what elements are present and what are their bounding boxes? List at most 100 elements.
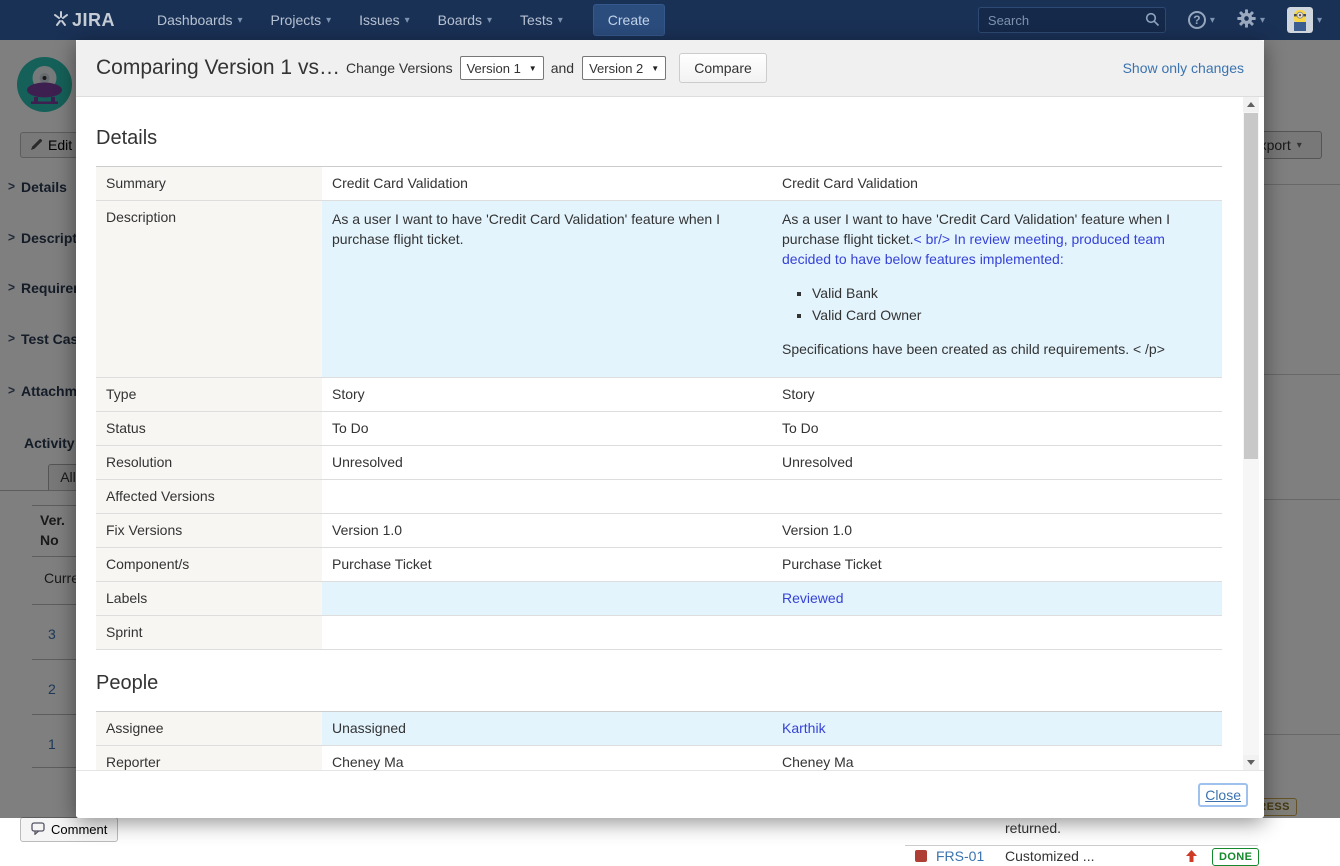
row-label: Status [96,412,322,445]
row-label: Labels [96,582,322,615]
table-row-resolution: Resolution Unresolved Unresolved [96,446,1222,480]
row-value-right: Credit Card Validation [772,167,1222,200]
row-value-right: To Do [772,412,1222,445]
background-text-returned: returned. [1005,820,1061,836]
dialog-body: Details Summary Credit Card Validation C… [76,97,1264,770]
version-1-select[interactable]: Version 1 ▼ [460,56,544,80]
dialog-footer: Close [76,770,1264,818]
row-label: Summary [96,167,322,200]
row-value-right: Cheney Ma [772,746,1222,770]
details-section-heading: Details [96,127,1264,150]
chevron-down-icon: ▾ [1210,15,1215,26]
chevron-down-icon: ▾ [238,15,243,26]
compare-versions-dialog: Comparing Version 1 vs… Change Versions … [76,40,1264,818]
assignee-user-link[interactable]: Karthik [782,720,826,736]
jira-logo-star-icon [52,10,70,31]
row-label: Component/s [96,548,322,581]
jira-logo[interactable]: JIRA [52,10,115,31]
row-label: Assignee [96,712,322,745]
user-menu-button[interactable]: ▾ [1287,7,1322,33]
details-compare-table: Summary Credit Card Validation Credit Ca… [96,166,1222,650]
row-value-left: Version 1.0 [322,514,772,547]
search-box [978,7,1166,33]
nav-item-issues[interactable]: Issues▾ [359,12,410,28]
comment-bubble-icon [31,822,45,838]
chevron-down-icon: ▾ [558,15,563,26]
chevron-down-icon: ▾ [487,15,492,26]
and-label: and [551,60,574,76]
status-badge-done: DONE [1212,848,1259,866]
nav-item-dashboards[interactable]: Dashboards▾ [157,12,243,28]
row-value-right: Story [772,378,1222,411]
scrollbar-thumb[interactable] [1244,113,1258,459]
select-arrow-icon: ▼ [529,64,537,73]
row-label: Type [96,378,322,411]
row-value-right: Unresolved [772,446,1222,479]
row-label: Affected Versions [96,480,322,513]
chevron-down-icon: ▾ [1260,15,1265,26]
select-arrow-icon: ▼ [651,64,659,73]
chevron-down-icon: ▾ [326,15,331,26]
description-bullet-list: Valid Bank Valid Card Owner [782,283,1212,325]
version-2-select[interactable]: Version 2 ▼ [582,56,666,80]
row-value-left: Purchase Ticket [322,548,772,581]
table-row-sprint: Sprint [96,616,1222,650]
help-menu-button[interactable]: ? ▾ [1188,11,1215,29]
table-row-fix-versions: Fix Versions Version 1.0 Version 1.0 [96,514,1222,548]
row-value-left: As a user I want to have 'Credit Card Va… [322,201,772,377]
chevron-down-icon: ▾ [405,15,410,26]
help-icon: ? [1188,11,1206,29]
label-reviewed-link[interactable]: Reviewed [782,590,843,606]
scrollbar-down-arrow[interactable] [1243,755,1259,770]
nav-item-projects[interactable]: Projects▾ [271,12,332,28]
settings-menu-button[interactable]: ▾ [1237,9,1265,31]
table-row-components: Component/s Purchase Ticket Purchase Tic… [96,548,1222,582]
row-value-right: Purchase Ticket [772,548,1222,581]
nav-right-group: ? ▾ ▾ [978,7,1322,33]
table-row-type: Type Story Story [96,378,1222,412]
show-only-changes-link[interactable]: Show only changes [1123,60,1244,76]
table-row-assignee: Assignee Unassigned Karthik [96,712,1222,746]
nav-item-tests[interactable]: Tests▾ [520,12,563,28]
nav-menu: Dashboards▾ Projects▾ Issues▾ Boards▾ Te… [157,12,563,28]
row-value-left: To Do [322,412,772,445]
row-value-right [772,616,1222,649]
table-row-labels: Labels Reviewed [96,582,1222,616]
row-value-left: Credit Card Validation [322,167,772,200]
table-row-affected-versions: Affected Versions [96,480,1222,514]
search-input[interactable] [978,7,1166,33]
row-value-left [322,616,772,649]
row-value-left: Unassigned [322,712,772,745]
table-row-status: Status To Do To Do [96,412,1222,446]
row-label: Resolution [96,446,322,479]
row-value-right: As a user I want to have 'Credit Card Va… [772,201,1222,377]
bullet-item: Valid Card Owner [812,305,1212,325]
people-compare-table: Assignee Unassigned Karthik Reporter Che… [96,711,1222,770]
priority-up-arrow-icon [1186,849,1197,865]
top-nav-bar: JIRA Dashboards▾ Projects▾ Issues▾ Board… [0,0,1340,40]
row-value-left: Story [322,378,772,411]
bullet-item: Valid Bank [812,283,1212,303]
modal-scrollbar[interactable] [1243,97,1259,770]
search-icon [1145,12,1160,30]
nav-item-boards[interactable]: Boards▾ [438,12,492,28]
row-label: Sprint [96,616,322,649]
row-value-right: Karthik [772,712,1222,745]
scrollbar-up-arrow[interactable] [1243,97,1259,112]
issue-type-icon [915,850,927,862]
comment-button[interactable]: Comment [20,817,118,842]
row-label: Reporter [96,746,322,770]
row-value-right [772,480,1222,513]
row-value-right: Version 1.0 [772,514,1222,547]
jira-logo-text: JIRA [72,10,115,31]
gear-icon [1237,9,1256,31]
table-row-reporter: Reporter Cheney Ma Cheney Ma [96,746,1222,770]
issue-summary[interactable]: Customized ... [1005,848,1094,864]
table-row-summary: Summary Credit Card Validation Credit Ca… [96,167,1222,201]
user-avatar [1287,7,1313,33]
row-label: Fix Versions [96,514,322,547]
compare-button[interactable]: Compare [679,53,767,83]
create-button[interactable]: Create [593,4,665,36]
issue-key-link[interactable]: FRS-01 [936,848,984,864]
close-link[interactable]: Close [1198,783,1248,807]
